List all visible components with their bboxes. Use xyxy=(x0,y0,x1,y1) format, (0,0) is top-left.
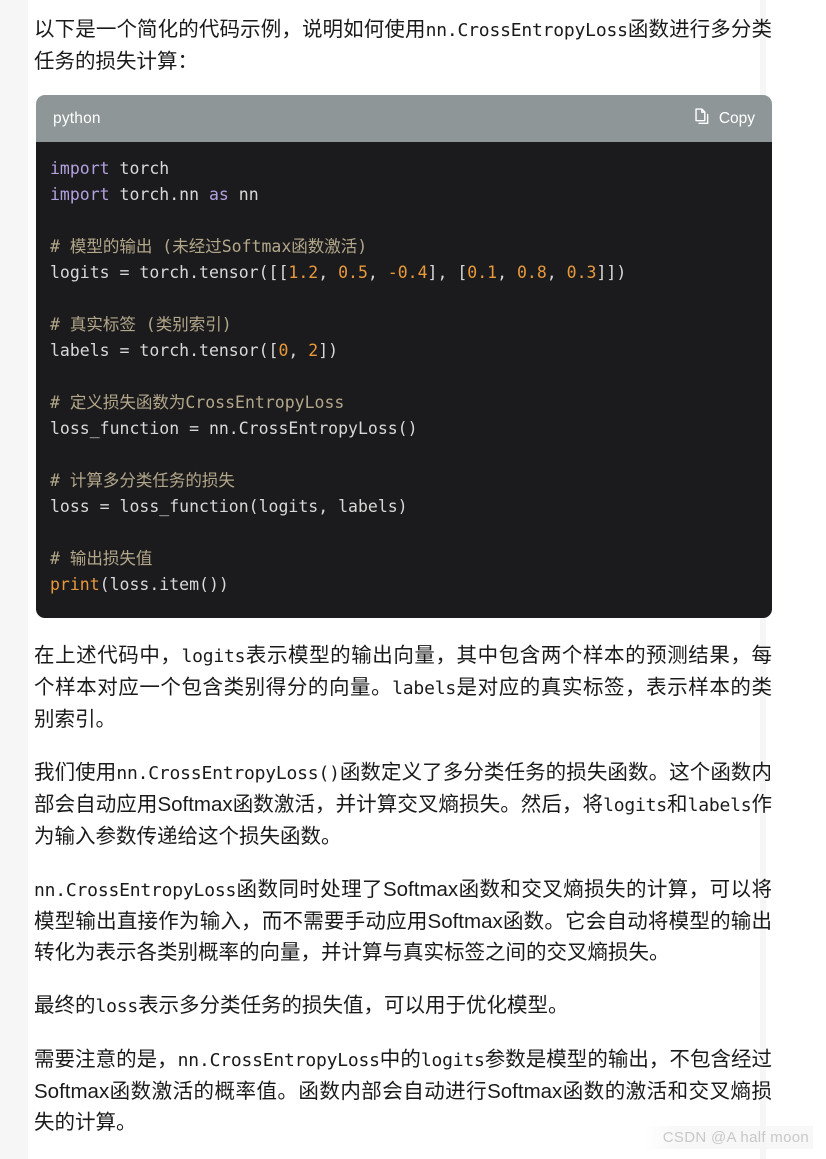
para-final-loss: 最终的loss表示多分类任务的损失值，可以用于优化模型。 xyxy=(28,990,794,1022)
inline-code: logits xyxy=(603,795,667,816)
code-token: # 定义损失函数为CrossEntropyLoss xyxy=(50,393,345,412)
inline-code: nn.CrossEntropyLoss xyxy=(34,880,237,901)
code-token: (loss.item()) xyxy=(99,575,229,594)
code-token: 1.2 xyxy=(288,263,319,282)
code-block-body: import torch import torch.nn as nn # 模型的… xyxy=(36,142,772,618)
code-token: , xyxy=(546,263,567,282)
intro-paragraph: 以下是一个简化的代码示例，说明如何使用nn.CrossEntropyLoss函数… xyxy=(28,0,794,77)
paragraph-text: 表示多分类任务的损失值，可以用于优化模型。 xyxy=(138,994,569,1017)
code-token: 0.1 xyxy=(467,263,498,282)
code-token: import xyxy=(50,185,110,204)
code-token: 0.8 xyxy=(516,263,547,282)
code-token: , xyxy=(367,263,388,282)
paragraph-text: 中的 xyxy=(379,1048,421,1071)
copy-icon xyxy=(693,107,712,131)
code-block: python Copy import torch import torch.nn… xyxy=(36,95,772,618)
paragraph-text: 我们使用 xyxy=(34,761,117,784)
code-token: # 输出损失值 xyxy=(50,549,153,568)
inline-code: loss xyxy=(95,996,139,1017)
paragraph-text: 在上述代码中， xyxy=(34,644,182,667)
code-token: ]]) xyxy=(596,263,627,282)
code-block-header: python Copy xyxy=(36,95,772,142)
code-token: nn xyxy=(228,185,259,204)
article-body: 以下是一个简化的代码示例，说明如何使用 nn.CrossEntropyLoss函数… xyxy=(28,0,794,1138)
code-token: # 真实标签 (类别索引) xyxy=(50,315,232,334)
code-token: loss_function = nn.CrossEntropyLoss() xyxy=(50,419,418,438)
code-token: 2 xyxy=(308,341,319,360)
code-token: 0 xyxy=(278,341,289,360)
inline-code: labels xyxy=(392,678,456,699)
para-define-loss: 我们使用nn.CrossEntropyLoss()函数定义了多分类任务的损失函数… xyxy=(28,757,794,852)
code-token: , xyxy=(318,263,339,282)
copy-button[interactable]: Copy xyxy=(693,107,755,131)
inline-code: nn.CrossEntropyLoss() xyxy=(116,763,340,784)
code-token: ]) xyxy=(318,341,339,360)
paragraph-text: 和 xyxy=(666,793,688,816)
para-logits-labels: 在上述代码中，logits表示模型的输出向量，其中包含两个样本的预测结果，每个样… xyxy=(28,640,794,735)
inline-code: labels xyxy=(687,795,752,816)
code-token: , xyxy=(497,263,517,282)
inline-code: logits xyxy=(181,646,246,667)
intro-text-a: 以下是一个简化的代码示例，说明如何使用 xyxy=(34,18,426,41)
code-token: # 模型的输出 (未经过Softmax函数激活) xyxy=(50,237,368,256)
code-token: torch.nn xyxy=(109,185,209,204)
intro-inline-code: nn.CrossEntropyLoss xyxy=(425,20,628,41)
para-note: 需要注意的是，nn.CrossEntropyLoss中的logits参数是模型的… xyxy=(28,1044,794,1138)
code-token: print xyxy=(50,575,100,594)
code-token: -0.4 xyxy=(387,263,428,282)
paragraph-text: 最终的 xyxy=(34,994,96,1017)
code-token: logits = torch.tensor([[ xyxy=(50,263,289,282)
para-handles-softmax: nn.CrossEntropyLoss函数同时处理了Softmax函数和交叉熵损… xyxy=(28,874,794,968)
left-gutter xyxy=(0,0,28,1159)
code-language-label: python xyxy=(53,109,101,127)
code-token: , xyxy=(288,341,309,360)
code-content[interactable]: import torch import torch.nn as nn # 模型的… xyxy=(50,156,754,598)
code-token: loss = loss_function(logits, labels) xyxy=(50,497,408,516)
paragraph-text: 需要注意的是， xyxy=(34,1048,178,1071)
code-token: as xyxy=(208,185,229,204)
code-token: # 计算多分类任务的损失 xyxy=(50,471,235,490)
code-token: torch xyxy=(109,159,170,178)
code-token: ], [ xyxy=(427,263,468,282)
code-token: labels = torch.tensor([ xyxy=(50,341,279,360)
csdn-watermark: CSDN @A half moon xyxy=(644,1126,813,1149)
inline-code: logits xyxy=(420,1050,485,1071)
code-token: 0.3 xyxy=(566,263,597,282)
code-token: 0.5 xyxy=(338,263,368,282)
code-token: import xyxy=(50,159,110,178)
inline-code: nn.CrossEntropyLoss xyxy=(177,1050,380,1071)
copy-button-label: Copy xyxy=(718,109,755,127)
